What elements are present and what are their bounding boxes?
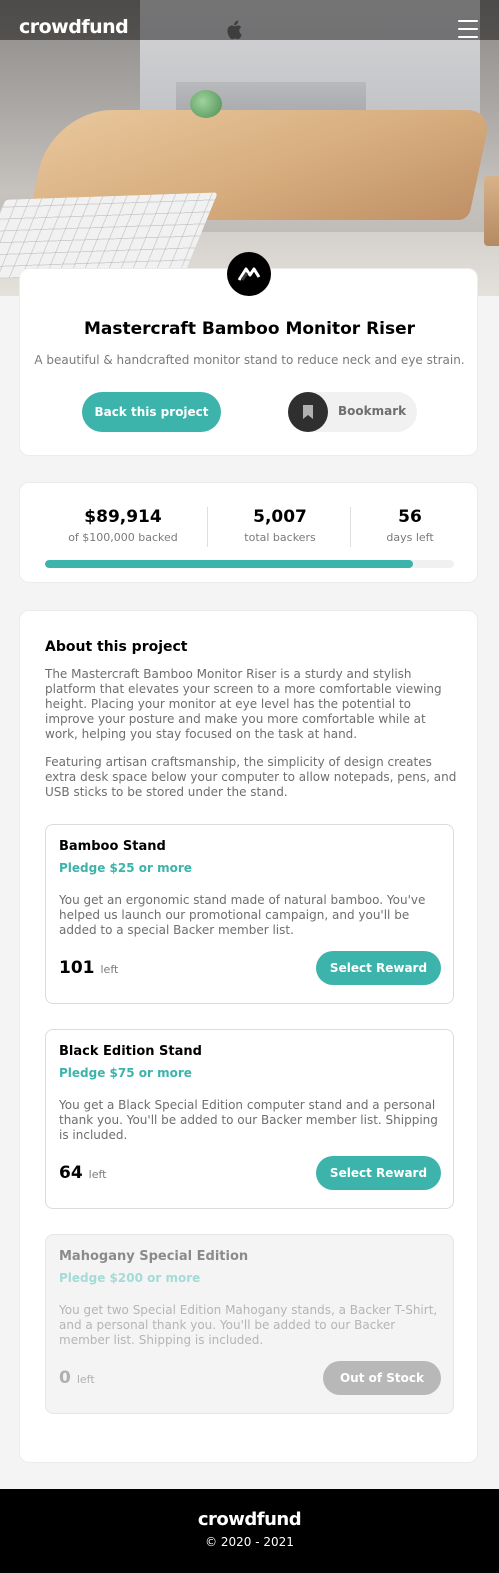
site-header: crowdfund <box>0 0 499 60</box>
reward-stock-count: 0 <box>59 1368 71 1388</box>
hero-keyboard <box>0 192 218 280</box>
stat-days-label: days left <box>386 531 434 544</box>
footer-copyright: © 2020 - 2021 <box>205 1535 294 1549</box>
reward-description: You get an ergonomic stand made of natur… <box>59 893 426 937</box>
reward-description: You get a Black Special Edition computer… <box>59 1098 438 1142</box>
reward-stock: 64 left <box>59 1163 107 1183</box>
hero-cup <box>484 176 499 246</box>
project-description: A beautiful & handcrafted monitor stand … <box>34 353 465 367</box>
reward-stock: 0 left <box>59 1368 95 1388</box>
reward-stock-count: 64 <box>59 1163 83 1183</box>
reward-stock-label: left <box>88 1168 107 1181</box>
reward-card-mahogany: Mahogany Special Edition Pledge $200 or … <box>45 1234 454 1414</box>
mastercraft-logo-icon <box>227 252 271 296</box>
site-footer: crowdfund © 2020 - 2021 <box>0 1489 499 1573</box>
stat-divider <box>207 507 208 547</box>
stat-backers: 5,007 total backers <box>225 507 335 544</box>
reward-stock-label: left <box>100 963 119 976</box>
reward-pledge: Pledge $25 or more <box>59 861 192 875</box>
hamburger-icon[interactable] <box>458 20 478 38</box>
funding-progress-fill <box>45 560 413 568</box>
reward-stock-count: 101 <box>59 958 95 978</box>
stat-backed: $89,914 of $100,000 backed <box>48 507 198 544</box>
reward-card-black-edition: Black Edition Stand Pledge $75 or more Y… <box>45 1029 454 1209</box>
reward-name: Mahogany Special Edition <box>59 1249 249 1264</box>
bookmark-button[interactable]: Bookmark <box>288 392 417 432</box>
site-logo[interactable]: crowdfund <box>19 16 129 38</box>
out-of-stock-button: Out of Stock <box>323 1361 441 1395</box>
stat-backed-label: of $100,000 backed <box>68 531 178 544</box>
reward-stock-label: left <box>76 1373 95 1386</box>
hero-figurine <box>190 90 222 118</box>
stat-backers-label: total backers <box>244 531 316 544</box>
menu-line <box>458 36 478 38</box>
bookmark-label: Bookmark <box>338 404 407 418</box>
reward-card-bamboo: Bamboo Stand Pledge $25 or more You get … <box>45 824 454 1004</box>
select-reward-button[interactable]: Select Reward <box>316 1156 441 1190</box>
stats-card: $89,914 of $100,000 backed 5,007 total b… <box>19 482 478 583</box>
stat-backed-value: $89,914 <box>84 507 162 527</box>
reward-name: Bamboo Stand <box>59 839 166 854</box>
reward-pledge: Pledge $200 or more <box>59 1271 201 1285</box>
stat-days-value: 56 <box>398 507 422 527</box>
project-title: Mastercraft Bamboo Monitor Riser <box>83 319 416 339</box>
stat-days: 56 days left <box>370 507 450 544</box>
about-paragraph: Featuring artisan craftsmanship, the sim… <box>45 755 457 799</box>
select-reward-button[interactable]: Select Reward <box>316 951 441 985</box>
menu-line <box>458 28 478 30</box>
about-paragraph: The Mastercraft Bamboo Monitor Riser is … <box>45 667 442 741</box>
footer-logo: crowdfund <box>197 1509 302 1530</box>
about-card: About this project The Mastercraft Bambo… <box>19 610 478 1463</box>
project-intro-card: Mastercraft Bamboo Monitor Riser A beaut… <box>19 268 478 456</box>
funding-progress-bar <box>45 560 454 568</box>
reward-pledge: Pledge $75 or more <box>59 1066 192 1080</box>
about-heading: About this project <box>45 639 188 655</box>
reward-name: Black Edition Stand <box>59 1044 202 1059</box>
stat-divider <box>350 507 351 547</box>
reward-stock: 101 left <box>59 958 118 978</box>
reward-description: You get two Special Edition Mahogany sta… <box>59 1303 438 1347</box>
stat-backers-value: 5,007 <box>253 507 307 527</box>
bookmark-icon <box>288 392 328 432</box>
back-project-button[interactable]: Back this project <box>82 392 221 432</box>
menu-line <box>458 20 478 22</box>
